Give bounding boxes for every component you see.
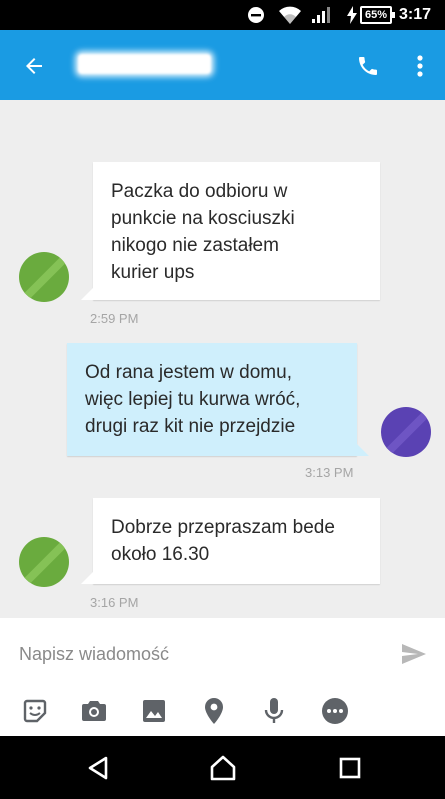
message-bubble-outgoing[interactable]: Od rana jestem w domu, więc lepiej tu ku…: [67, 343, 369, 456]
phone-icon: [359, 57, 377, 75]
more-attachments-button[interactable]: [320, 696, 350, 726]
message-bubble-incoming[interactable]: Dobrze przepraszam bede około 16.30: [81, 498, 380, 584]
microphone-icon: [264, 698, 284, 723]
avatar[interactable]: [19, 252, 69, 302]
compose-area: [0, 618, 445, 736]
nav-recents-icon: [339, 757, 361, 779]
gallery-button[interactable]: [139, 696, 169, 726]
avatar[interactable]: [19, 537, 69, 587]
send-button[interactable]: [398, 640, 430, 668]
battery-icon: 65%: [360, 0, 396, 30]
nav-home-icon: [210, 755, 236, 781]
more-horiz-icon: [322, 698, 348, 724]
charging-bolt-icon: [346, 0, 358, 30]
message-timestamp: 3:13 PM: [305, 465, 354, 480]
message-bubble-incoming[interactable]: Paczka do odbioru w punkcie na kosciuszk…: [81, 162, 380, 300]
location-pin-icon: [205, 698, 223, 724]
send-icon: [402, 644, 426, 664]
sticker-icon: [23, 699, 47, 723]
message-timestamp: 2:59 PM: [90, 311, 139, 326]
do-not-disturb-icon: [247, 0, 265, 30]
status-bar: 65% 3:17: [0, 0, 445, 30]
message-timestamp: 3:16 PM: [90, 595, 139, 610]
signal-icon: [311, 0, 331, 30]
battery-percent: 65%: [360, 6, 396, 24]
image-icon: [143, 700, 165, 722]
navigation-bar: [0, 736, 445, 799]
more-options-button[interactable]: [405, 50, 435, 82]
back-button[interactable]: [18, 50, 50, 82]
contact-name-redacted: [78, 54, 211, 74]
sticker-button[interactable]: [20, 696, 50, 726]
nav-back-button[interactable]: [82, 753, 114, 783]
nav-home-button[interactable]: [207, 753, 239, 783]
wifi-icon: [278, 0, 302, 30]
voice-button[interactable]: [259, 696, 289, 726]
more-vert-icon: [417, 55, 423, 77]
message-input[interactable]: [19, 640, 369, 668]
conversation[interactable]: Paczka do odbioru w punkcie na kosciuszk…: [0, 100, 445, 618]
location-button[interactable]: [199, 696, 229, 726]
avatar[interactable]: [381, 407, 431, 457]
camera-icon: [82, 701, 106, 721]
status-time: 3:17: [399, 6, 432, 23]
nav-back-icon: [88, 756, 108, 780]
back-arrow-icon: [26, 58, 42, 74]
camera-button[interactable]: [79, 696, 109, 726]
nav-recents-button[interactable]: [334, 753, 366, 783]
call-button[interactable]: [352, 50, 384, 82]
app-bar: [0, 30, 445, 100]
